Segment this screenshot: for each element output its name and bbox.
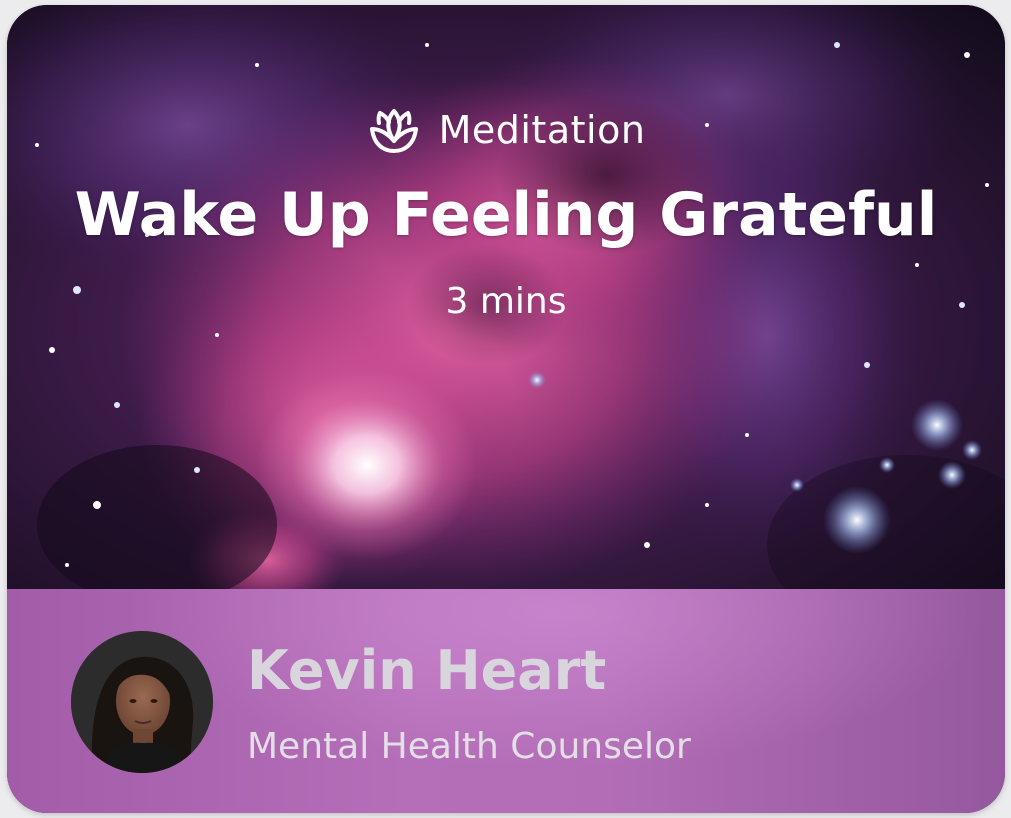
hero-image: Meditation Wake Up Feeling Grateful 3 mi… <box>7 5 1005 589</box>
coach-name: Kevin Heart <box>247 639 607 702</box>
session-category: Meditation <box>7 103 1005 157</box>
session-title: Wake Up Feeling Grateful <box>74 180 938 250</box>
category-label: Meditation <box>438 108 646 152</box>
avatar <box>71 631 213 773</box>
session-duration: 3 mins <box>445 281 567 322</box>
lotus-icon <box>367 105 421 155</box>
coach-role: Mental Health Counselor <box>247 726 691 767</box>
coach-footer[interactable]: Kevin Heart Mental Health Counselor <box>7 589 1005 813</box>
meditation-card[interactable]: Meditation Wake Up Feeling Grateful 3 mi… <box>7 5 1005 813</box>
